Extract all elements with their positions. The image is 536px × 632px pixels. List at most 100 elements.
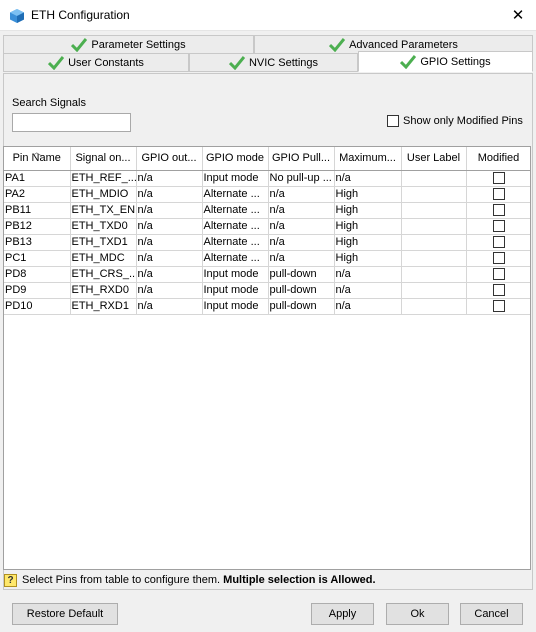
cell-gpio-output[interactable]: n/a	[136, 186, 203, 203]
cell-gpio-mode[interactable]: Input mode	[202, 298, 269, 315]
cell-gpio-pull[interactable]: pull-down	[268, 266, 335, 283]
ok-button[interactable]: Ok	[386, 603, 449, 625]
cell-gpio-output[interactable]: n/a	[136, 250, 203, 267]
modified-checkbox[interactable]	[492, 299, 505, 312]
cell-gpio-pull[interactable]: n/a	[268, 250, 335, 267]
modified-checkbox[interactable]	[492, 187, 505, 200]
table-row[interactable]: PD9 ETH_RXD0 n/a Input mode pull-down n/…	[4, 282, 530, 299]
col-modified[interactable]: Modified	[466, 147, 530, 171]
cell-maximum[interactable]: High	[334, 202, 402, 219]
cell-gpio-mode[interactable]: Alternate ...	[202, 218, 269, 235]
cell-maximum[interactable]: High	[334, 250, 402, 267]
cell-user-label[interactable]	[401, 298, 467, 315]
table-row[interactable]: PD8 ETH_CRS_... n/a Input mode pull-down…	[4, 266, 530, 283]
table-row[interactable]: PB12 ETH_TXD0 n/a Alternate ... n/a High	[4, 218, 530, 235]
cell-maximum[interactable]: High	[334, 186, 402, 203]
cell-user-label[interactable]	[401, 266, 467, 283]
cell-maximum[interactable]: n/a	[334, 266, 402, 283]
cell-gpio-pull[interactable]: n/a	[268, 186, 335, 203]
table-row[interactable]: PA1 ETH_REF_... n/a Input mode No pull-u…	[4, 170, 530, 187]
col-gpio-mode[interactable]: GPIO mode	[202, 147, 269, 171]
cell-pin[interactable]: PD9	[4, 282, 71, 299]
cell-gpio-output[interactable]: n/a	[136, 202, 203, 219]
cell-gpio-mode[interactable]: Alternate ...	[202, 250, 269, 267]
cell-user-label[interactable]	[401, 234, 467, 251]
col-gpio-output[interactable]: GPIO out...	[136, 147, 203, 171]
cell-gpio-pull[interactable]: n/a	[268, 234, 335, 251]
cell-gpio-output[interactable]: n/a	[136, 234, 203, 251]
cell-gpio-output[interactable]: n/a	[136, 170, 203, 187]
cell-gpio-mode[interactable]: Alternate ...	[202, 234, 269, 251]
cell-gpio-pull[interactable]: n/a	[268, 218, 335, 235]
cell-gpio-output[interactable]: n/a	[136, 266, 203, 283]
table-row[interactable]: PD10 ETH_RXD1 n/a Input mode pull-down n…	[4, 298, 530, 315]
modified-checkbox[interactable]	[492, 267, 505, 280]
modified-checkbox[interactable]	[492, 171, 505, 184]
checkbox-box[interactable]	[387, 115, 399, 127]
cell-pin[interactable]: PD10	[4, 298, 71, 315]
cell-signal[interactable]: ETH_RXD0	[70, 282, 137, 299]
modified-checkbox[interactable]	[492, 251, 505, 264]
cell-maximum[interactable]: n/a	[334, 282, 402, 299]
cell-gpio-mode[interactable]: Input mode	[202, 266, 269, 283]
cell-signal[interactable]: ETH_RXD1	[70, 298, 137, 315]
cell-signal[interactable]: ETH_TX_EN	[70, 202, 137, 219]
tab-parameter-settings[interactable]: Parameter Settings	[3, 35, 254, 54]
cell-pin[interactable]: PB13	[4, 234, 71, 251]
tab-user-constants[interactable]: User Constants	[3, 53, 189, 72]
cell-pin[interactable]: PA2	[4, 186, 71, 203]
cell-gpio-pull[interactable]: pull-down	[268, 282, 335, 299]
col-user-label[interactable]: User Label	[401, 147, 467, 171]
search-signals-input[interactable]	[12, 113, 131, 132]
show-only-modified-checkbox[interactable]: Show only Modified Pins	[387, 115, 523, 127]
cell-signal[interactable]: ETH_TXD1	[70, 234, 137, 251]
col-maximum[interactable]: Maximum...	[334, 147, 402, 171]
cell-pin[interactable]: PC1	[4, 250, 71, 267]
cell-signal[interactable]: ETH_MDIO	[70, 186, 137, 203]
cell-maximum[interactable]: n/a	[334, 170, 402, 187]
modified-checkbox[interactable]	[492, 283, 505, 296]
cell-gpio-output[interactable]: n/a	[136, 298, 203, 315]
cell-gpio-mode[interactable]: Alternate ...	[202, 202, 269, 219]
cell-gpio-mode[interactable]: Input mode	[202, 282, 269, 299]
table-row[interactable]: PB13 ETH_TXD1 n/a Alternate ... n/a High	[4, 234, 530, 251]
table-row[interactable]: PB11 ETH_TX_EN n/a Alternate ... n/a Hig…	[4, 202, 530, 219]
cell-signal[interactable]: ETH_MDC	[70, 250, 137, 267]
cell-pin[interactable]: PD8	[4, 266, 71, 283]
table-row[interactable]: PC1 ETH_MDC n/a Alternate ... n/a High	[4, 250, 530, 267]
apply-button[interactable]: Apply	[311, 603, 374, 625]
cell-gpio-pull[interactable]: n/a	[268, 202, 335, 219]
close-button[interactable]: ✕	[500, 0, 536, 30]
tab-gpio-settings[interactable]: GPIO Settings	[358, 51, 533, 72]
tab-nvic-settings[interactable]: NVIC Settings	[189, 53, 358, 72]
modified-checkbox[interactable]	[492, 203, 505, 216]
col-gpio-pull[interactable]: GPIO Pull...	[268, 147, 335, 171]
cell-pin[interactable]: PB11	[4, 202, 71, 219]
cell-signal[interactable]: ETH_REF_...	[70, 170, 137, 187]
cell-gpio-pull[interactable]: pull-down	[268, 298, 335, 315]
cell-user-label[interactable]	[401, 202, 467, 219]
cell-gpio-mode[interactable]: Input mode	[202, 170, 269, 187]
cell-gpio-output[interactable]: n/a	[136, 218, 203, 235]
cell-gpio-output[interactable]: n/a	[136, 282, 203, 299]
cell-pin[interactable]: PB12	[4, 218, 71, 235]
cell-maximum[interactable]: High	[334, 234, 402, 251]
cell-user-label[interactable]	[401, 282, 467, 299]
pin-table[interactable]: ︿ Pin Name Signal on... GPIO out... GPIO …	[3, 146, 531, 570]
cell-gpio-mode[interactable]: Alternate ...	[202, 186, 269, 203]
cell-signal[interactable]: ETH_CRS_...	[70, 266, 137, 283]
restore-default-button[interactable]: Restore Default	[12, 603, 118, 625]
cell-user-label[interactable]	[401, 170, 467, 187]
modified-checkbox[interactable]	[492, 219, 505, 232]
cell-gpio-pull[interactable]: No pull-up ...	[268, 170, 335, 187]
cell-maximum[interactable]: High	[334, 218, 402, 235]
table-row[interactable]: PA2 ETH_MDIO n/a Alternate ... n/a High	[4, 186, 530, 203]
cell-pin[interactable]: PA1	[4, 170, 71, 187]
cell-maximum[interactable]: n/a	[334, 298, 402, 315]
cell-user-label[interactable]	[401, 218, 467, 235]
col-signal[interactable]: Signal on...	[70, 147, 137, 171]
cell-signal[interactable]: ETH_TXD0	[70, 218, 137, 235]
cell-user-label[interactable]	[401, 250, 467, 267]
cancel-button[interactable]: Cancel	[460, 603, 523, 625]
cell-user-label[interactable]	[401, 186, 467, 203]
